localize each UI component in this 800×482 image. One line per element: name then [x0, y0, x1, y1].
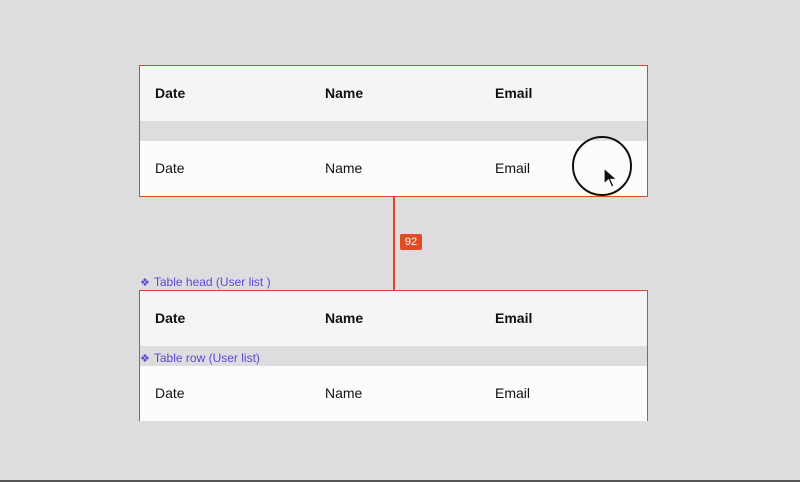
header-cell-date: Date: [155, 85, 186, 101]
component-label-table-head[interactable]: ❖ Table head (User list ): [140, 275, 271, 289]
row-cell-name: Name: [325, 160, 363, 176]
row-cell-name: Name: [325, 385, 363, 401]
row-cell-date: Date: [155, 160, 185, 176]
row-cell-date: Date: [155, 385, 185, 401]
table-head-row[interactable]: Date Name Email: [140, 291, 647, 346]
table-head-row[interactable]: Date Name Email: [140, 66, 647, 121]
component-icon: ❖: [140, 353, 150, 365]
row-cell-email: Email: [495, 160, 531, 176]
header-cell-date: Date: [155, 310, 186, 326]
component-label-table-row[interactable]: ❖ Table row (User list): [140, 351, 260, 365]
table-row[interactable]: Date Name Email: [140, 141, 647, 196]
table-row[interactable]: Date Name Email: [140, 366, 647, 421]
component-icon: ❖: [140, 277, 150, 289]
component-label-text: Table head (User list ): [153, 275, 271, 289]
cursor-icon: [603, 166, 619, 188]
cursor-highlight-ring: [572, 136, 632, 196]
header-cell-name: Name: [325, 310, 364, 326]
row-cell-email: Email: [495, 385, 531, 401]
spacing-badge: 92: [400, 234, 422, 250]
row-gap: [140, 121, 647, 141]
spacing-connector-line: [393, 197, 395, 290]
component-label-text: Table row (User list): [153, 351, 260, 365]
header-cell-name: Name: [325, 85, 364, 101]
header-cell-email: Email: [495, 310, 533, 326]
header-cell-email: Email: [495, 85, 533, 101]
table-frame-top[interactable]: Date Name Email Date Name Email: [139, 65, 648, 197]
